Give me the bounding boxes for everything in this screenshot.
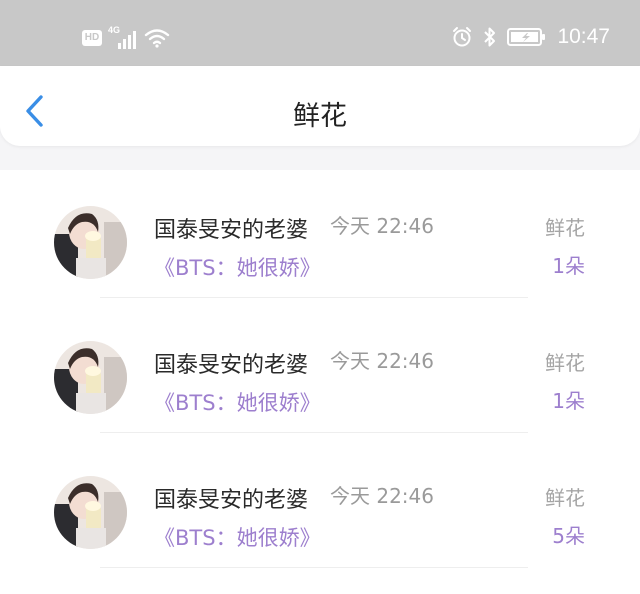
status-bar: HD 4G 10:47 — [0, 0, 640, 66]
list-item[interactable]: 国泰旻安的老婆 今天 22:46 《BTS：她很娇》 鲜花 1朵 — [0, 305, 640, 440]
gift-count: 5朵 — [552, 524, 585, 548]
signal-icon: 4G — [108, 25, 138, 49]
bluetooth-icon — [484, 27, 496, 47]
sender-name: 国泰旻安的老婆 — [154, 218, 309, 243]
alarm-icon — [453, 27, 472, 47]
gift-type: 鲜花 — [545, 351, 585, 375]
sender-name: 国泰旻安的老婆 — [154, 488, 309, 513]
status-right-icons: 10:47 — [451, 25, 610, 49]
row-divider — [100, 567, 528, 568]
send-time: 今天 22:46 — [330, 214, 434, 238]
gift-count: 1朵 — [552, 389, 585, 413]
sender-name: 国泰旻安的老婆 — [154, 353, 309, 378]
list-item[interactable]: 国泰旻安的老婆 今天 22:46 《BTS：她很娇》 鲜花 5朵 — [0, 440, 640, 575]
status-left-icons: HD 4G — [82, 25, 170, 49]
status-time: 10:47 — [557, 25, 610, 48]
work-title-link[interactable]: 《BTS：她很娇》 — [154, 522, 321, 552]
gift-type: 鲜花 — [545, 216, 585, 240]
hd-icon: HD — [82, 30, 102, 46]
avatar[interactable] — [54, 341, 127, 414]
wifi-icon — [144, 29, 170, 48]
record-list: 国泰旻安的老婆 今天 22:46 《BTS：她很娇》 鲜花 1朵 国泰旻安的老婆… — [0, 170, 640, 594]
work-title-link[interactable]: 《BTS：她很娇》 — [154, 252, 321, 282]
gift-count: 1朵 — [552, 254, 585, 278]
gift-type: 鲜花 — [545, 486, 585, 510]
row-divider — [100, 297, 528, 298]
send-time: 今天 22:46 — [330, 484, 434, 508]
row-divider — [100, 432, 528, 433]
battery-charging-icon — [507, 28, 546, 46]
list-item[interactable]: 国泰旻安的老婆 今天 22:46 《BTS：她很娇》 鲜花 1朵 — [0, 170, 640, 305]
page-title: 鲜花 — [293, 101, 347, 132]
page-header: 鲜花 — [0, 66, 640, 146]
work-title-link[interactable]: 《BTS：她很娇》 — [154, 387, 321, 417]
send-time: 今天 22:46 — [330, 349, 434, 373]
avatar[interactable] — [54, 476, 127, 549]
avatar[interactable] — [54, 206, 127, 279]
